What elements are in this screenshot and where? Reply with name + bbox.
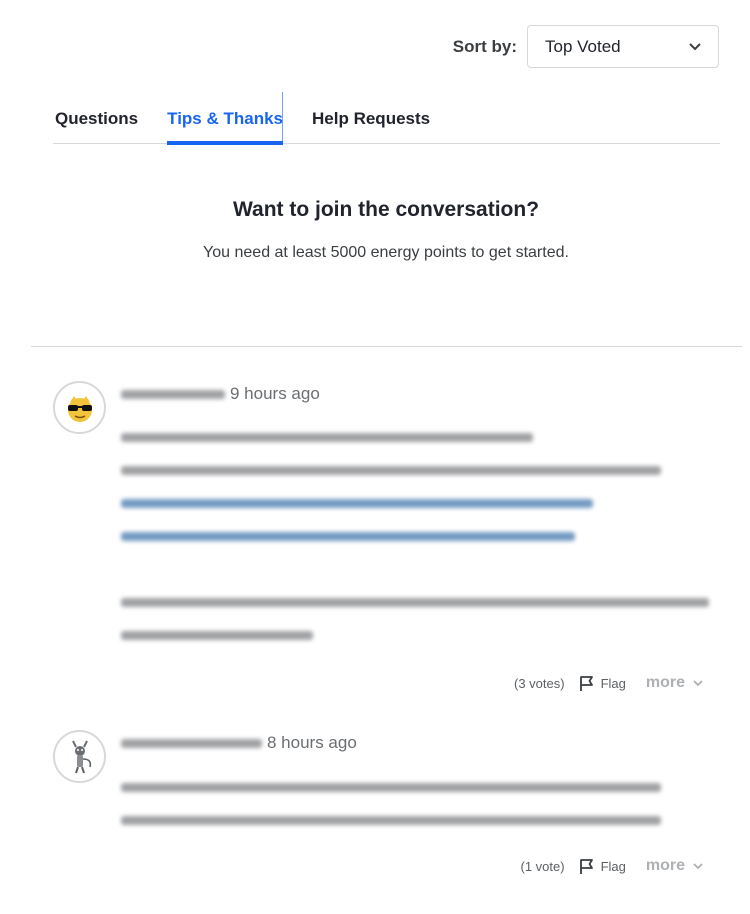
post-actions: (1 vote) Flag more: [521, 857, 706, 875]
sunglasses-avatar-icon[interactable]: [53, 381, 106, 434]
flag-label: Flag: [600, 858, 626, 874]
tab-bar: Questions Tips & Thanks Help Requests: [53, 92, 720, 145]
sort-label: Sort by:: [452, 36, 517, 56]
flag-icon: [579, 858, 593, 874]
flag-label: Flag: [600, 675, 626, 691]
sort-selected-value: Top Voted: [545, 36, 621, 56]
post-header: 9 hours ago: [121, 381, 320, 407]
chevron-down-icon: [691, 676, 705, 690]
join-conversation-panel: Want to join the conversation? You need …: [0, 198, 750, 262]
post-timestamp: 8 hours ago: [267, 733, 357, 752]
vote-count: (3 votes): [514, 675, 565, 691]
chevron-down-icon: [688, 40, 702, 54]
chevron-down-icon: [691, 859, 705, 873]
more-label: more: [645, 857, 685, 874]
flag-icon: [579, 675, 593, 691]
post-actions: (3 votes) Flag more: [514, 674, 705, 692]
vote-count: (1 vote): [520, 858, 565, 874]
more-label: more: [645, 674, 685, 691]
flag-button[interactable]: Flag: [579, 675, 626, 692]
author-name-redacted: [121, 738, 262, 748]
sort-control: Sort by: Top Voted: [453, 25, 719, 68]
more-button[interactable]: more: [646, 857, 705, 875]
tab-help-requests[interactable]: Help Requests: [312, 92, 430, 144]
post-header: 8 hours ago: [121, 730, 357, 756]
sort-dropdown[interactable]: Top Voted: [527, 25, 719, 68]
post-timestamp: 9 hours ago: [230, 384, 320, 403]
join-title: Want to join the conversation?: [232, 198, 540, 221]
creature-avatar-icon[interactable]: [53, 730, 106, 783]
more-button[interactable]: more: [646, 674, 705, 692]
author-name-redacted: [121, 389, 225, 399]
tab-questions[interactable]: Questions: [55, 92, 138, 144]
post: 8 hours ago (1 vote) Flag more: [53, 730, 713, 890]
tab-tips-thanks[interactable]: Tips & Thanks: [167, 92, 283, 145]
flag-button[interactable]: Flag: [579, 858, 626, 875]
section-divider: [31, 346, 742, 347]
post-body-redacted: [121, 433, 709, 664]
post-body-redacted: [121, 783, 661, 849]
post: 9 hours ago (3 votes) Flag more: [53, 381, 713, 701]
join-subtitle: You need at least 5000 energy points to …: [203, 244, 569, 261]
